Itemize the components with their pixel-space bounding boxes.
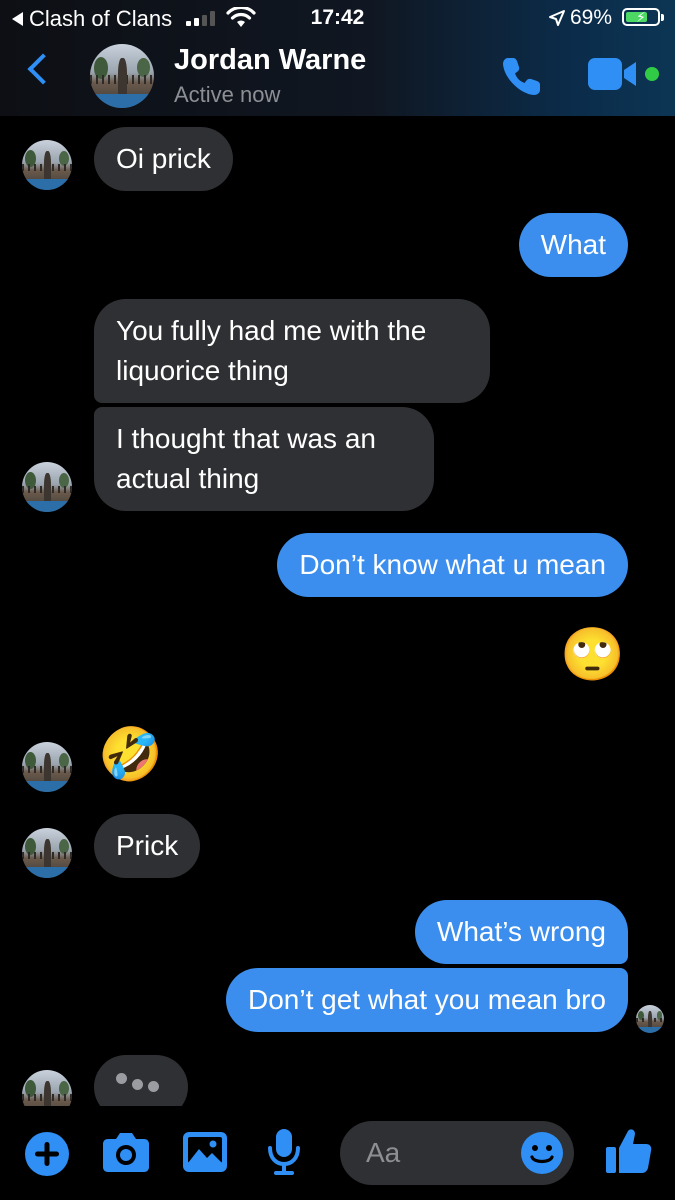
outgoing-message[interactable]: Don’t get what you mean bro bbox=[226, 968, 628, 1032]
video-camera-icon[interactable] bbox=[588, 58, 638, 92]
microphone-icon[interactable] bbox=[266, 1128, 302, 1176]
online-status-dot bbox=[645, 67, 659, 81]
battery-icon: ⚡ bbox=[622, 8, 664, 26]
message-input-placeholder: Aa bbox=[366, 1137, 401, 1168]
incoming-message[interactable]: I thought that was an actual thing bbox=[94, 407, 434, 511]
incoming-emoji-message[interactable]: 🤣 bbox=[98, 722, 163, 788]
gallery-icon[interactable] bbox=[182, 1131, 228, 1173]
status-bar: Clash of Clans 17:42 69% ⚡ bbox=[0, 0, 675, 36]
incoming-message[interactable]: Prick bbox=[94, 814, 201, 878]
sender-avatar[interactable] bbox=[22, 140, 72, 190]
sender-avatar[interactable] bbox=[22, 462, 72, 512]
incoming-message[interactable]: You fully had me with the liquorice thin… bbox=[94, 299, 490, 403]
chat-header: Clash of Clans 17:42 69% ⚡ Jordan Warne … bbox=[0, 0, 675, 116]
plus-icon[interactable] bbox=[24, 1131, 70, 1177]
location-arrow-icon bbox=[549, 10, 565, 26]
camera-icon[interactable] bbox=[102, 1131, 150, 1173]
contact-avatar[interactable] bbox=[90, 44, 154, 108]
outgoing-emoji-message[interactable]: 🙄 bbox=[560, 622, 625, 688]
phone-icon[interactable] bbox=[498, 52, 546, 100]
read-receipt-avatar bbox=[636, 1005, 664, 1033]
incoming-message[interactable]: Oi prick bbox=[94, 127, 233, 191]
thumbs-up-icon[interactable] bbox=[604, 1127, 652, 1175]
sender-avatar[interactable] bbox=[22, 828, 72, 878]
back-chevron-icon[interactable] bbox=[27, 53, 59, 85]
contact-active-status: Active now bbox=[174, 82, 281, 107]
charging-bolt-icon: ⚡ bbox=[636, 9, 646, 25]
outgoing-message[interactable]: Don’t know what u mean bbox=[277, 533, 628, 597]
battery-percent: 69% bbox=[570, 6, 613, 29]
contact-name[interactable]: Jordan Warne bbox=[174, 44, 366, 77]
outgoing-message[interactable]: What bbox=[518, 213, 628, 277]
sender-avatar[interactable] bbox=[22, 742, 72, 792]
outgoing-message[interactable]: What’s wrong bbox=[414, 900, 628, 964]
emoji-icon[interactable] bbox=[520, 1131, 564, 1175]
message-input[interactable]: Aa bbox=[340, 1121, 574, 1185]
